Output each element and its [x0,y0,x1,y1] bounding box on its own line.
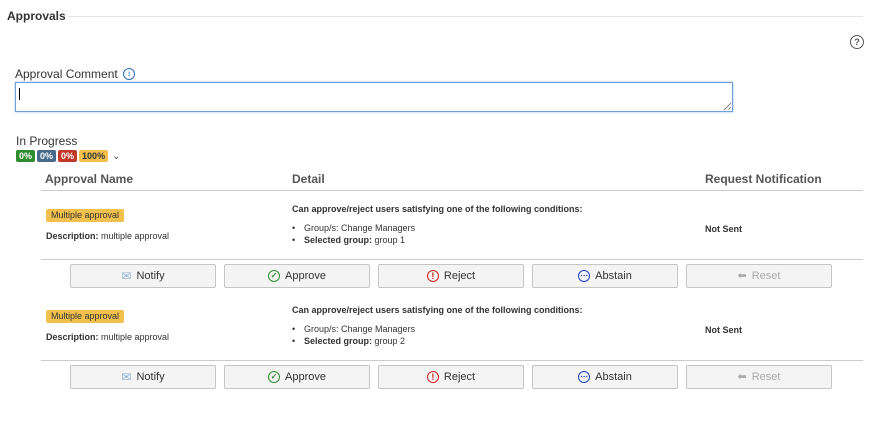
condition-value: group 2 [372,336,406,346]
reject-label: Reject [443,270,476,282]
rejected-percent-badge: 0% [58,150,78,162]
comment-label-wrap: Approval Comment i [15,67,136,81]
header-request-notification: Request Notification [705,172,822,186]
notification-status: Not Sent [705,325,742,335]
condition-value: Change Managers [338,223,416,233]
header-approval-name: Approval Name [45,172,134,186]
condition-label: Selected group: [304,336,373,346]
abstain-label: Abstain [595,371,632,383]
chevron-down-icon[interactable]: ⌄ [112,151,120,162]
approval-description: Description: multiple approval [46,231,169,241]
reset-button[interactable]: ⬅ Reset [686,264,832,288]
list-item: • Selected group: group 2 [292,336,406,346]
exclamation-circle-icon: ! [426,270,439,282]
row-actions: ✉ Notify ✓ Approve ! Reject ⋯ Abstain ⬅ Reset [70,264,832,288]
reject-label: Reject [443,371,476,383]
exclamation-circle-icon: ! [426,371,439,383]
condition-list: • Group/s: Change Managers • Selected grou… [292,323,415,347]
condition-value: Change Managers [338,324,416,334]
info-icon[interactable]: i [123,68,136,80]
envelope-icon: ✉ [121,370,132,384]
approval-type-badge: Multiple approval [46,310,125,323]
notify-button[interactable]: ✉ Notify [70,264,216,288]
text-caret [19,88,20,100]
reject-button[interactable]: ! Reject [378,264,524,288]
reset-button[interactable]: ⬅ Reset [686,365,832,389]
envelope-icon: ✉ [121,269,132,283]
row-divider [41,259,863,260]
reset-label: Reset [751,371,781,383]
list-item: • Group/s: Change Managers [292,324,416,334]
description-label: Description: [46,332,99,342]
row-actions: ✉ Notify ✓ Approve ! Reject ⋯ Abstain ⬅ Reset [70,365,832,389]
abstain-button[interactable]: ⋯ Abstain [532,264,678,288]
approved-percent-badge: 0% [16,150,36,162]
check-circle-icon: ✓ [268,270,280,282]
list-item: • Selected group: group 1 [292,235,406,245]
condition-label: Group/s: [304,223,339,233]
progress-badges: 0% 0% 0% 100% ⌄ [16,150,120,162]
header-detail: Detail [292,172,325,186]
condition-label: Group/s: [304,324,339,334]
reject-button[interactable]: ! Reject [378,365,524,389]
description-value: multiple approval [98,332,170,342]
notify-label: Notify [136,270,165,282]
resize-grip-icon[interactable] [724,103,731,110]
table-header: Approval Name Detail Request Notificatio… [41,167,863,191]
undo-arrow-icon: ⬅ [737,270,747,282]
notify-button[interactable]: ✉ Notify [70,365,216,389]
condition-title: Can approve/reject users satisfying one … [292,204,583,214]
condition-value: group 1 [372,235,406,245]
section-title: Approvals [7,9,66,23]
progress-label: In Progress [16,134,78,148]
description-value: multiple approval [98,231,170,241]
check-circle-icon: ✓ [268,371,280,383]
ellipsis-circle-icon: ⋯ [578,270,591,282]
abstain-button[interactable]: ⋯ Abstain [532,365,678,389]
table-row: Multiple approval Description: multiple … [41,200,863,258]
condition-list: • Group/s: Change Managers • Selected grou… [292,222,415,246]
approve-button[interactable]: ✓ Approve [224,264,370,288]
condition-label: Selected group: [304,235,373,245]
approval-comment-input[interactable] [15,82,733,112]
section-divider [68,16,863,17]
condition-title: Can approve/reject users satisfying one … [292,305,583,315]
notify-label: Notify [136,371,165,383]
ellipsis-circle-icon: ⋯ [578,371,591,383]
comment-label: Approval Comment [15,67,118,81]
abstain-label: Abstain [595,270,632,282]
reset-label: Reset [751,270,781,282]
approval-description: Description: multiple approval [46,332,169,342]
description-label: Description: [46,231,99,241]
approve-label: Approve [285,270,326,282]
approval-type-badge: Multiple approval [46,209,125,222]
undo-arrow-icon: ⬅ [737,371,747,383]
help-icon[interactable]: ? [850,35,864,49]
approve-label: Approve [285,371,326,383]
pending-percent-badge: 100% [79,150,109,162]
notification-status: Not Sent [705,224,742,234]
table-row: Multiple approval Description: multiple … [41,301,863,359]
row-divider [41,360,863,361]
list-item: • Group/s: Change Managers [292,223,416,233]
abstained-percent-badge: 0% [37,150,57,162]
approve-button[interactable]: ✓ Approve [224,365,370,389]
